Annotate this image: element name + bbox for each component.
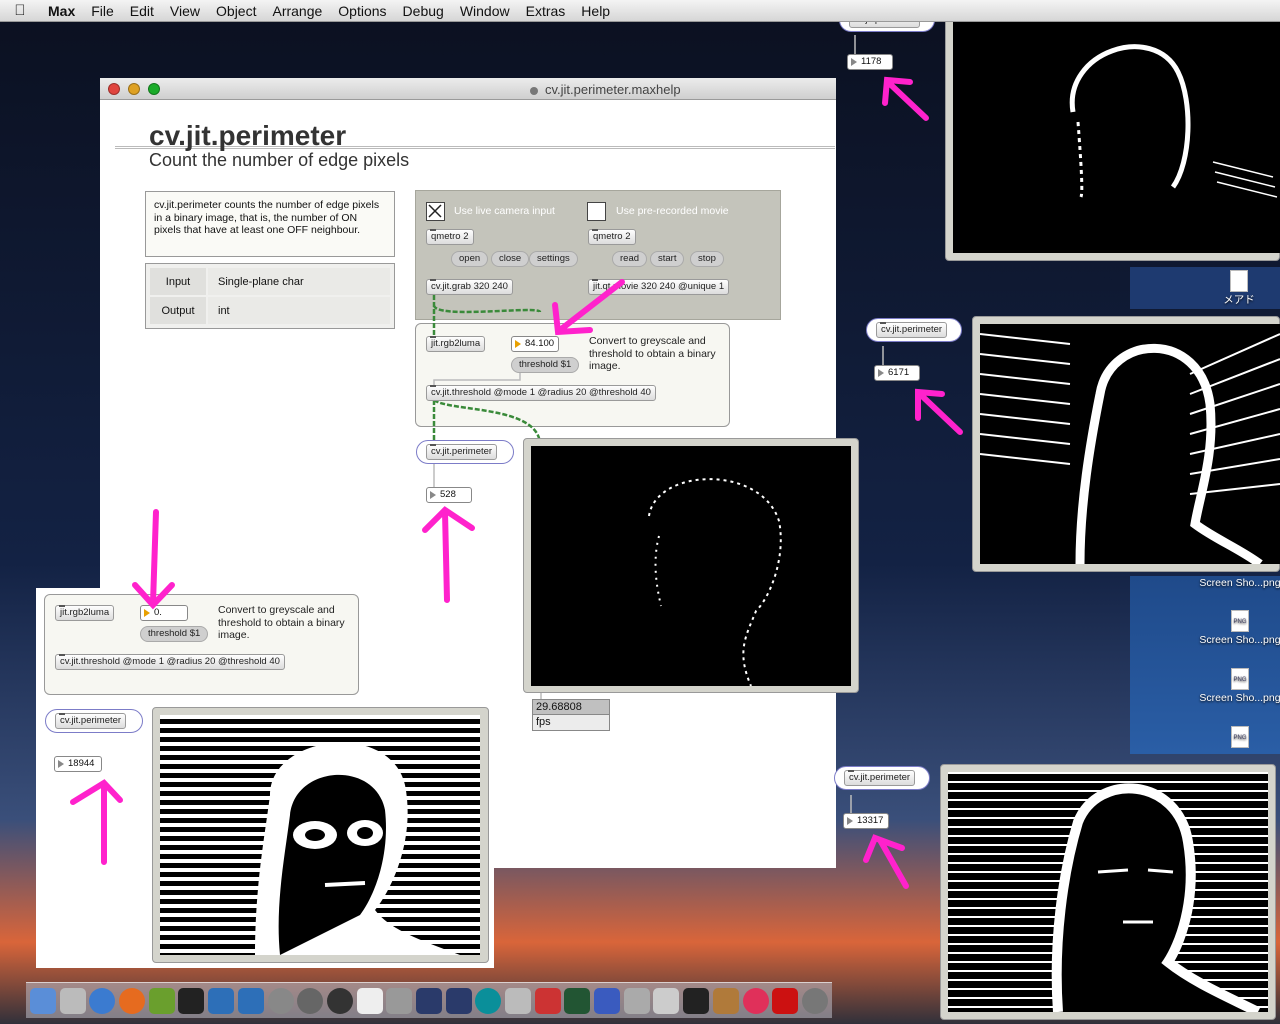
menu-options[interactable]: Options bbox=[330, 3, 394, 19]
arrow-to-output-4 bbox=[915, 388, 963, 435]
menu-file[interactable]: File bbox=[83, 3, 122, 19]
menu-arrange[interactable]: Arrange bbox=[264, 3, 330, 19]
menu-extras[interactable]: Extras bbox=[518, 3, 574, 19]
menu-debug[interactable]: Debug bbox=[395, 3, 452, 19]
arrow-to-threshold-2 bbox=[132, 509, 175, 610]
menu-edit[interactable]: Edit bbox=[122, 3, 162, 19]
menu-view[interactable]: View bbox=[162, 3, 208, 19]
menu-window[interactable]: Window bbox=[452, 3, 518, 19]
menu-bar:  Max File Edit View Object Arrange Opti… bbox=[0, 0, 1280, 22]
arrow-to-output-2 bbox=[70, 779, 123, 865]
arrow-to-threshold bbox=[552, 279, 625, 336]
menu-max[interactable]: Max bbox=[40, 3, 83, 19]
annotation-arrows bbox=[70, 76, 963, 889]
arrow-to-perimeter-output bbox=[422, 506, 475, 603]
arrow-to-output-3 bbox=[882, 76, 929, 121]
arrow-to-output-5 bbox=[863, 834, 909, 889]
apple-menu-icon[interactable]:  bbox=[0, 2, 40, 19]
menu-help[interactable]: Help bbox=[573, 3, 618, 19]
menu-object[interactable]: Object bbox=[208, 3, 264, 19]
